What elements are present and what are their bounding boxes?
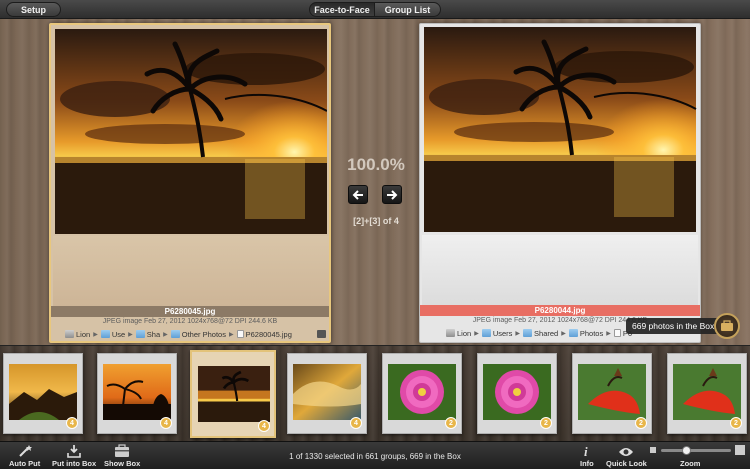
path-item[interactable]: Photos: [568, 329, 603, 338]
right-filename: P6280044.jpg: [420, 305, 700, 316]
left-path-bar: Lion ▶ Use ▶ Sha ▶ Other Photos ▶ P6280045.j…: [65, 328, 295, 340]
group-count-badge: 2: [635, 417, 647, 429]
folder-icon: [100, 330, 110, 338]
filmstrip-thumbnail[interactable]: 4: [287, 353, 367, 434]
quick-look-button[interactable]: Quick Look: [606, 444, 647, 468]
group-count-badge: 2: [445, 417, 457, 429]
group-count-badge: 4: [258, 420, 270, 432]
right-photo-image: [423, 27, 697, 232]
filmstrip-thumbnail[interactable]: 2: [667, 353, 747, 434]
arrow-left-icon: [352, 189, 363, 200]
folder-icon: [481, 329, 491, 337]
folder-icon: [135, 330, 145, 338]
filmstrip-thumbnail-selected[interactable]: 4: [190, 350, 276, 438]
folder-icon: [170, 330, 180, 338]
left-file-meta: JPEG image Feb 27, 2012 1024x768@72 DPI …: [102, 318, 278, 325]
info-button[interactable]: i Info: [580, 444, 594, 468]
group-count-badge: 4: [66, 417, 78, 429]
thumbnail-image: [293, 364, 361, 420]
group-count-badge: 2: [730, 417, 742, 429]
right-path-bar: Lion▶ Users▶ Shared▶ Photos▶ P6: [446, 327, 635, 339]
reveal-in-finder-icon[interactable]: [317, 330, 326, 338]
path-item[interactable]: P6280045.jpg: [236, 330, 292, 339]
left-photo-card[interactable]: P6280045.jpg JPEG image Feb 27, 2012 102…: [49, 23, 331, 343]
thumbnail-image: [9, 364, 77, 420]
svg-text:i: i: [584, 444, 588, 458]
path-item[interactable]: Lion: [65, 330, 90, 339]
group-count-badge: 4: [350, 417, 362, 429]
auto-put-button[interactable]: Auto Put: [9, 444, 40, 468]
path-item[interactable]: Sha: [135, 330, 160, 339]
show-box-button[interactable]: Show Box: [104, 444, 140, 468]
download-tray-icon: [67, 445, 81, 458]
group-count-badge: 2: [540, 417, 552, 429]
filmstrip-thumbnail[interactable]: 2: [382, 353, 462, 434]
similarity-percent: 100.0%: [347, 155, 405, 174]
arrow-right-icon: [387, 189, 398, 200]
zoom-label: Zoom: [680, 459, 701, 468]
group-count-badge: 4: [160, 417, 172, 429]
left-photo-image: [55, 29, 327, 234]
briefcase-icon: [721, 320, 733, 331]
file-icon: [613, 329, 621, 337]
pair-counter: [2]+[3] of 4: [353, 216, 399, 226]
zoom-small-icon: [650, 447, 656, 453]
box-count-tooltip: 669 photos in the Box: [626, 318, 721, 334]
bottom-toolbar: Auto Put Put into Box Show Box 1 of 1330…: [0, 441, 750, 469]
file-icon: [236, 330, 244, 338]
thumbnail-image: [198, 366, 270, 422]
filmstrip-thumbnail[interactable]: 4: [3, 353, 83, 434]
path-item[interactable]: Other Photos: [170, 330, 226, 339]
tab-face-to-face[interactable]: Face-to-Face: [309, 2, 375, 17]
disk-icon: [446, 329, 455, 337]
box-button[interactable]: [714, 313, 740, 339]
left-filename: P6280045.jpg: [51, 306, 329, 317]
tab-group-list[interactable]: Group List: [375, 2, 441, 17]
filmstrip-thumbnail[interactable]: 2: [572, 353, 652, 434]
folder-icon: [523, 329, 533, 337]
zoom-slider-knob[interactable]: [682, 446, 691, 455]
folder-icon: [568, 329, 578, 337]
magic-wand-icon: [18, 445, 32, 457]
thumbnail-image: [673, 364, 741, 420]
eye-icon: [619, 448, 634, 456]
filmstrip-thumbnail[interactable]: 4: [97, 353, 177, 434]
filmstrip-thumbnail[interactable]: 2: [477, 353, 557, 434]
setup-button[interactable]: Setup: [6, 2, 61, 17]
previous-pair-button[interactable]: [348, 185, 368, 204]
zoom-slider[interactable]: [661, 446, 731, 455]
path-item[interactable]: Users: [481, 329, 512, 338]
status-text: 1 of 1330 selected in 661 groups, 669 in…: [289, 452, 461, 461]
thumbnail-image: [388, 364, 456, 420]
view-mode-segmented-control: Face-to-Face Group List: [309, 2, 441, 17]
path-item[interactable]: Lion: [446, 329, 471, 338]
zoom-large-icon: [735, 445, 745, 455]
put-into-box-button[interactable]: Put into Box: [52, 444, 96, 468]
disk-icon: [65, 330, 74, 338]
thumbnail-image: [483, 364, 551, 420]
photo-margin: [53, 236, 329, 306]
top-toolbar: Setup Face-to-Face Group List: [0, 0, 750, 19]
thumbnail-image: [578, 364, 646, 420]
thumbnail-image: [103, 364, 171, 420]
next-pair-button[interactable]: [382, 185, 402, 204]
photo-margin: [422, 235, 698, 305]
right-photo-card[interactable]: P6280044.jpg JPEG image Feb 27, 2012 102…: [419, 23, 701, 343]
filmstrip: 4 4 4 4 2 2 2 2: [0, 345, 750, 441]
info-icon: i: [584, 444, 588, 458]
path-item[interactable]: Use: [100, 330, 125, 339]
box-icon: [115, 444, 130, 457]
path-item[interactable]: Shared: [523, 329, 558, 338]
